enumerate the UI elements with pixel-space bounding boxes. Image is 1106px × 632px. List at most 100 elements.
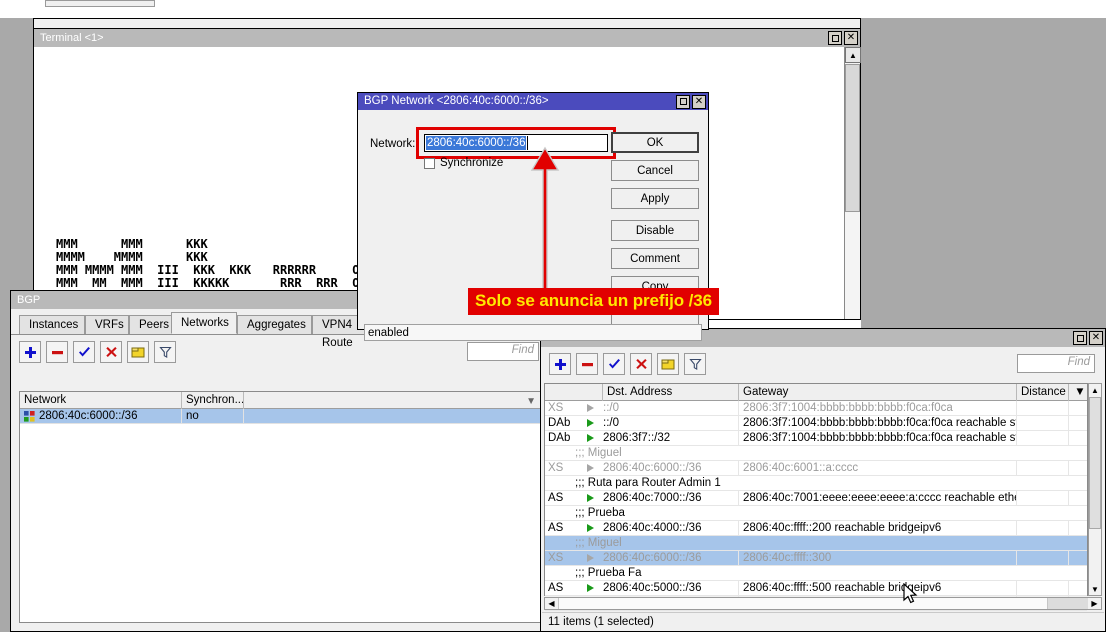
route-comment-row[interactable]: ;;; Prueba Fa [545, 566, 1087, 581]
scroll-thumb[interactable] [1089, 397, 1101, 529]
cell-network: 2806:40c:6000::/36 [20, 409, 182, 423]
route-flags: AS [545, 491, 577, 505]
route-list-grid: Dst. Address Gateway Distance ▼ XS::/028… [544, 383, 1088, 596]
disable-button[interactable] [630, 353, 652, 375]
annotation-banner: Solo se anuncia un prefijo /36 [468, 288, 719, 315]
add-button[interactable] [549, 353, 571, 375]
route-gateway: 2806:3f7:1004:bbbb:bbbb:bbbb:f0ca:f0ca r… [739, 431, 1017, 445]
terminal-titlebar: Terminal <1> ✕ [34, 29, 860, 47]
dialog-status: enabled [364, 324, 702, 341]
comment-button[interactable]: Comment [611, 248, 699, 269]
route-flags: DAb [545, 416, 577, 430]
close-icon[interactable]: ✕ [692, 95, 706, 109]
route-row-filler [1069, 416, 1087, 430]
network-input[interactable] [424, 134, 608, 152]
network-icon [24, 411, 35, 422]
route-grid-header: Dst. Address Gateway Distance ▼ [545, 384, 1087, 401]
route-dst-address: 2806:40c:6000::/36 [603, 461, 739, 475]
add-button[interactable] [19, 341, 41, 363]
route-row[interactable]: XS2806:40c:6000::/362806:40c:ffff::300 [545, 551, 1087, 566]
comment-button[interactable] [657, 353, 679, 375]
route-row[interactable]: AS2806:40c:5000::/362806:40c:ffff::500 r… [545, 581, 1087, 596]
disable-button[interactable] [100, 341, 122, 363]
close-icon[interactable]: ✕ [1089, 331, 1103, 345]
route-direction-icon [577, 416, 603, 430]
column-header-network[interactable]: Network [20, 392, 182, 409]
cell-network-text: 2806:40c:6000::/36 [39, 409, 137, 423]
route-comment-text: ;;; Prueba Fa [545, 566, 1087, 580]
remove-button[interactable] [576, 353, 598, 375]
route-flags: XS [545, 461, 577, 475]
route-gateway: 2806:40c:ffff::300 [739, 551, 1017, 565]
column-menu-icon[interactable]: ▼ [526, 394, 536, 409]
maximize-icon[interactable] [1073, 331, 1087, 345]
route-list-status: 11 items (1 selected) [542, 612, 1104, 630]
route-comment-row[interactable]: ;;; Miguel [545, 536, 1087, 551]
route-comment-row[interactable]: ;;; Prueba [545, 506, 1087, 521]
network-label: Network: [370, 138, 415, 150]
route-gateway: 2806:40c:7001:eeee:eeee:eeee:a:cccc reac… [739, 491, 1017, 505]
tab-networks[interactable]: Networks [171, 312, 237, 334]
route-comment-text: ;;; Miguel [545, 446, 1087, 460]
route-comment-row[interactable]: ;;; Miguel [545, 446, 1087, 461]
route-row[interactable]: AS2806:40c:7000::/362806:40c:7001:eeee:e… [545, 491, 1087, 506]
route-comment-row[interactable]: ;;; Ruta para Router Admin 1 [545, 476, 1087, 491]
maximize-icon[interactable] [676, 95, 690, 109]
route-row[interactable]: DAb2806:3f7::/322806:3f7:1004:bbbb:bbbb:… [545, 431, 1087, 446]
route-direction-icon [577, 491, 603, 505]
synchronize-checkbox[interactable] [424, 158, 435, 169]
scroll-thumb[interactable] [845, 64, 860, 212]
apply-button[interactable]: Apply [611, 188, 699, 209]
synchronize-label: Synchronize [440, 157, 503, 169]
route-distance [1017, 581, 1069, 595]
enable-button[interactable] [603, 353, 625, 375]
column-header-flags [545, 384, 603, 401]
close-icon[interactable]: ✕ [844, 31, 858, 45]
route-list-hscrollbar[interactable]: ◀ ▶ [544, 597, 1102, 610]
maximize-icon[interactable] [828, 31, 842, 45]
route-row[interactable]: XS::/02806:3f7:1004:bbbb:bbbb:bbbb:f0ca:… [545, 401, 1087, 416]
hscroll-track-right[interactable] [1048, 598, 1088, 609]
column-header-gateway[interactable]: Gateway [739, 384, 1017, 401]
route-flags: AS [545, 521, 577, 535]
route-row[interactable]: DAb::/02806:3f7:1004:bbbb:bbbb:bbbb:f0ca… [545, 416, 1087, 431]
cell-filler [244, 409, 540, 423]
scroll-left-icon[interactable]: ◀ [545, 598, 558, 609]
filter-button[interactable] [154, 341, 176, 363]
synchronize-row[interactable]: Synchronize [424, 157, 503, 169]
scroll-up-icon[interactable]: ▲ [1089, 384, 1101, 396]
triangle-right-icon [587, 584, 594, 592]
scroll-down-icon[interactable]: ▼ [1089, 583, 1101, 595]
terminal-scrollbar[interactable]: ▲ [844, 47, 860, 319]
column-header-dst-address[interactable]: Dst. Address [603, 384, 739, 401]
tab-peers[interactable]: Peers [129, 315, 177, 334]
route-row-filler [1069, 581, 1087, 595]
cancel-button[interactable]: Cancel [611, 160, 699, 181]
route-row[interactable]: AS2806:40c:4000::/362806:40c:ffff::200 r… [545, 521, 1087, 536]
column-header-distance[interactable]: Distance [1017, 384, 1069, 401]
route-dst-address: ::/0 [603, 401, 739, 415]
table-row[interactable]: 2806:40c:6000::/36 no [20, 409, 540, 424]
scroll-right-icon[interactable]: ▶ [1088, 598, 1101, 609]
scroll-up-icon[interactable]: ▲ [845, 47, 861, 63]
route-list-vscrollbar[interactable]: ▲ ▼ [1088, 383, 1102, 596]
enable-button[interactable] [73, 341, 95, 363]
comment-button[interactable] [127, 341, 149, 363]
route-dst-address: 2806:40c:6000::/36 [603, 551, 739, 565]
column-header-synchronize[interactable]: Synchron... [182, 392, 244, 409]
disable-button[interactable]: Disable [611, 220, 699, 241]
hscroll-thumb[interactable] [558, 598, 1048, 609]
dialog-titlebar: BGP Network <2806:40c:6000::/36> ✕ [358, 93, 708, 110]
remove-button[interactable] [46, 341, 68, 363]
ok-button[interactable]: OK [611, 132, 699, 153]
tab-instances[interactable]: Instances [19, 315, 85, 334]
route-rows-container: XS::/02806:3f7:1004:bbbb:bbbb:bbbb:f0ca:… [545, 401, 1087, 611]
top-window-stub [45, 0, 155, 7]
route-row[interactable]: XS2806:40c:6000::/362806:40c:6001::a:ccc… [545, 461, 1087, 476]
route-list-find-input[interactable]: Find [1017, 354, 1095, 373]
tab-aggregates[interactable]: Aggregates [237, 315, 312, 334]
tab-vrfs[interactable]: VRFs [85, 315, 129, 334]
column-menu-icon[interactable]: ▼ [1069, 384, 1087, 401]
filter-button[interactable] [684, 353, 706, 375]
ipv6-route-list-window[interactable]: IPv6 Route List ✕ [540, 328, 1106, 632]
